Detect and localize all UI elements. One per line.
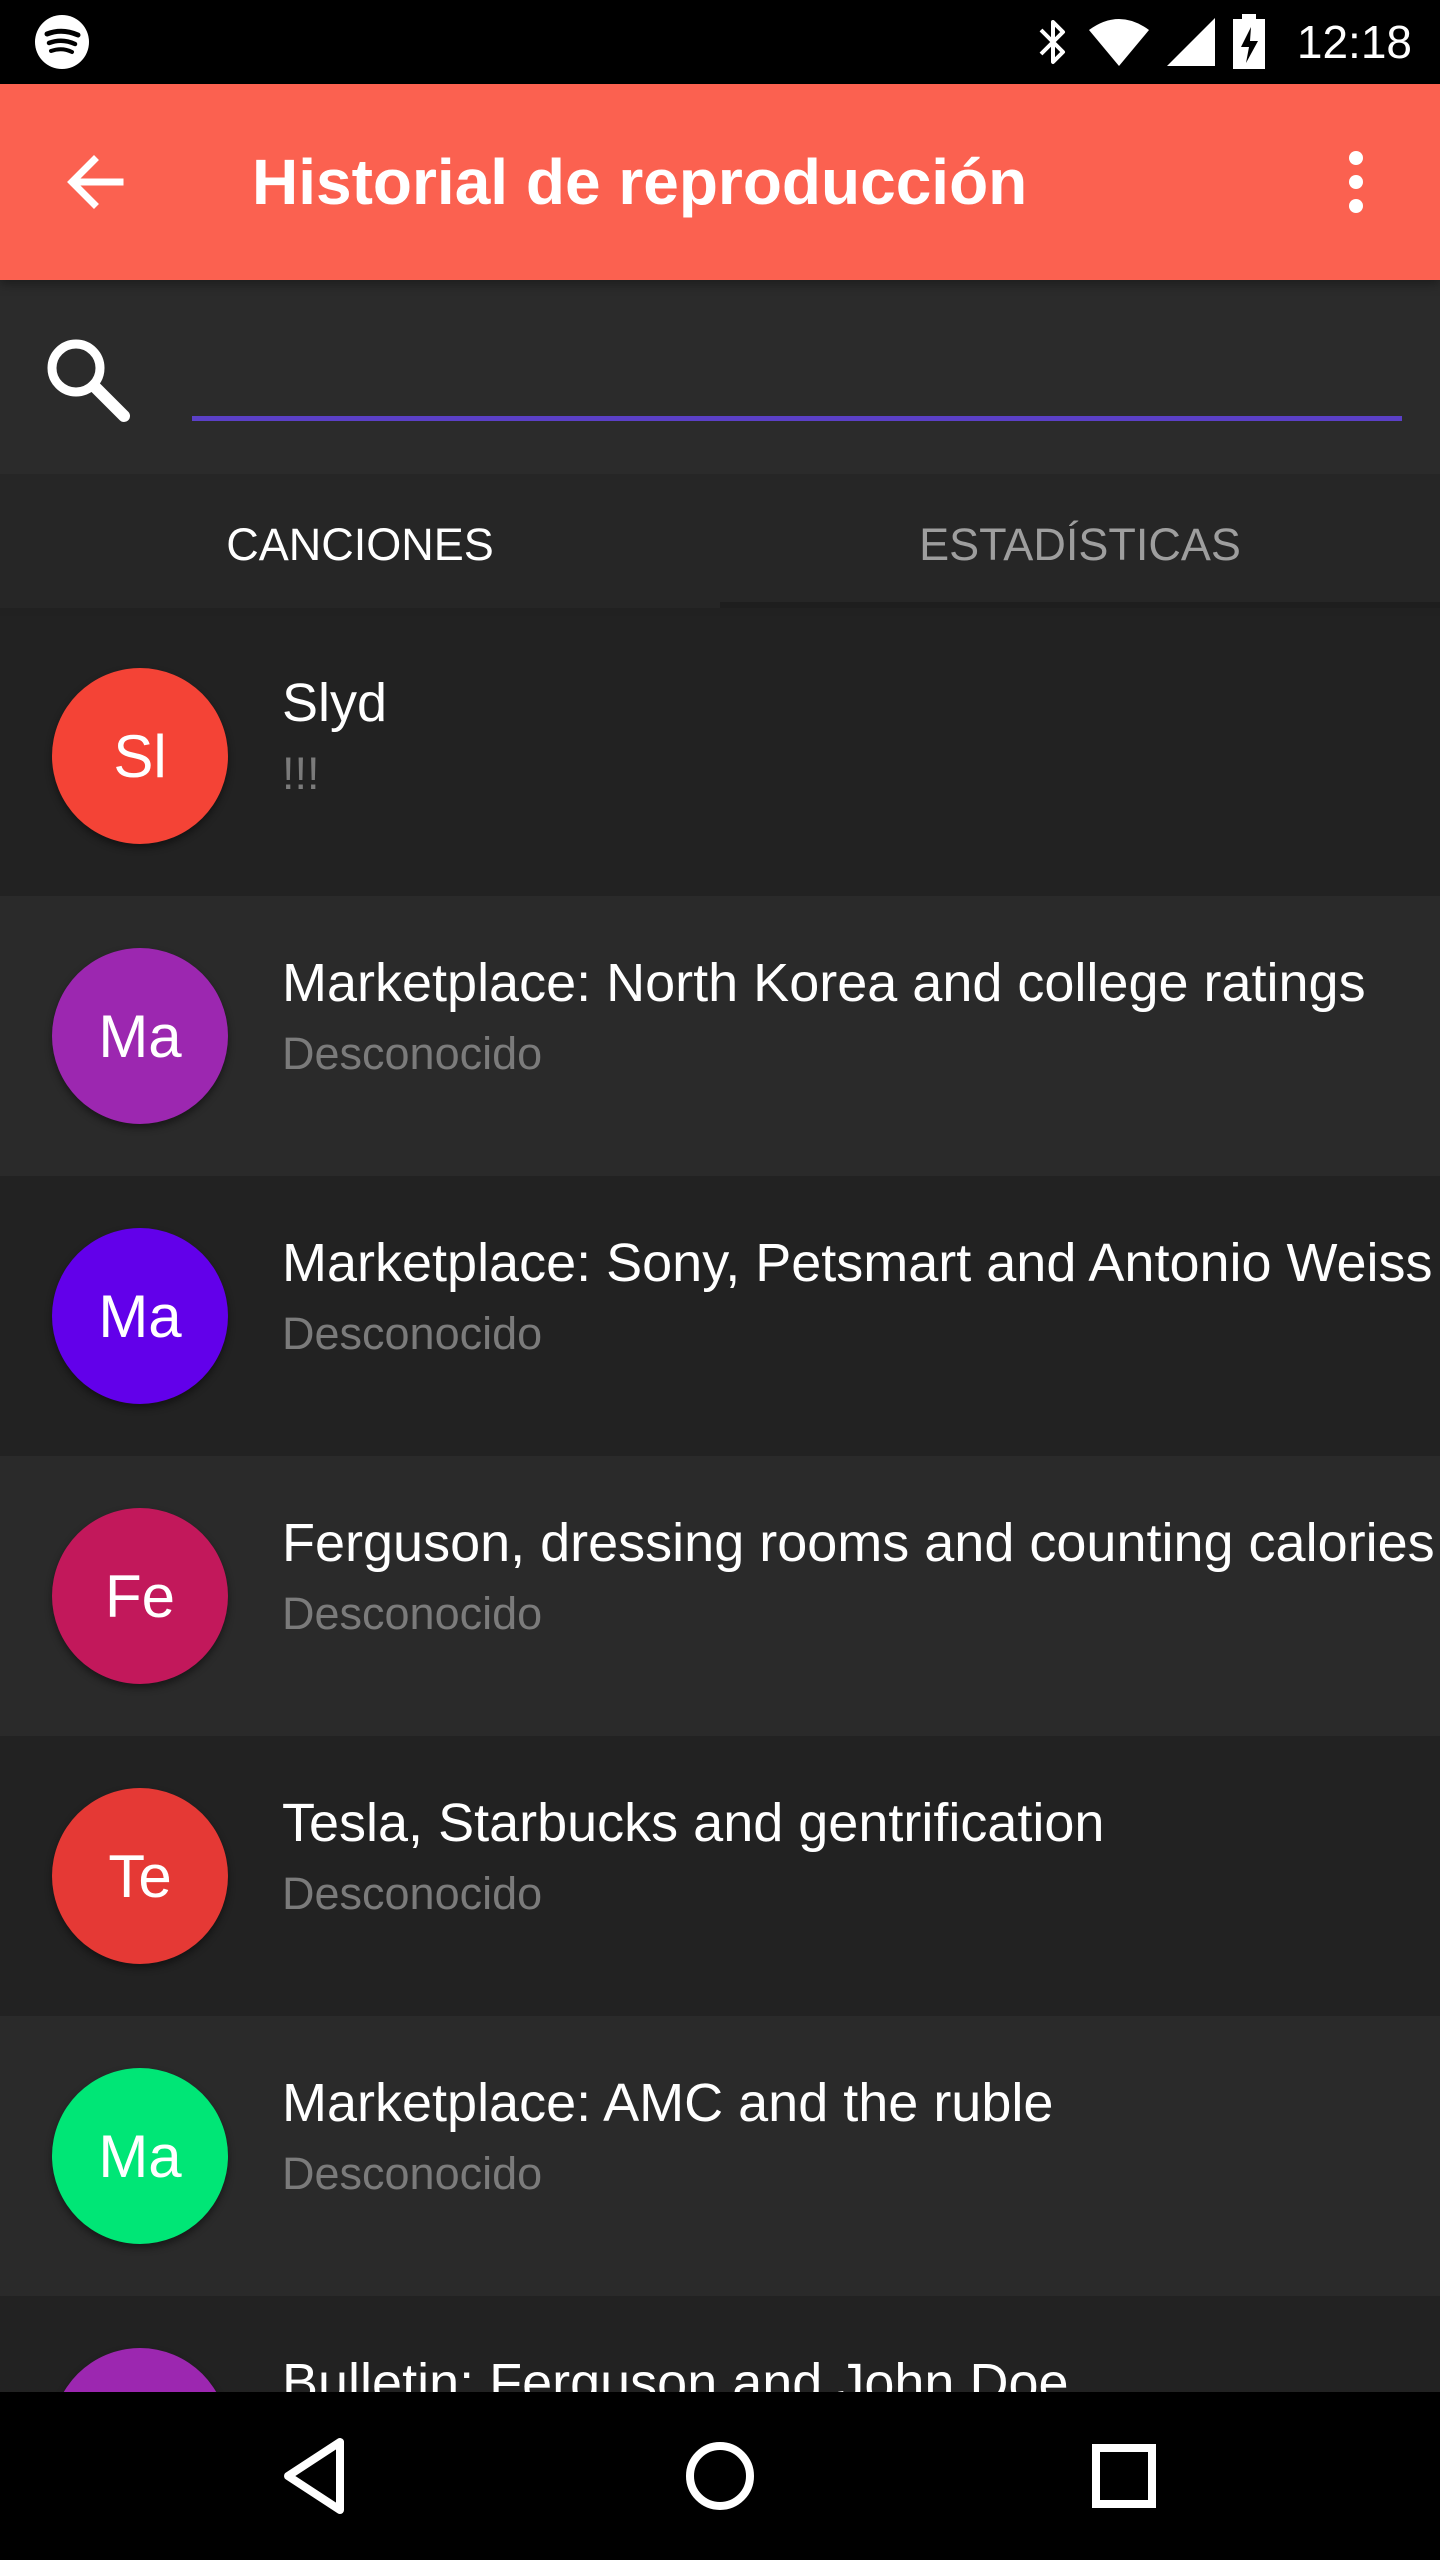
arrow-back-icon[interactable] [56,142,136,222]
clock: 12:18 [1296,16,1412,68]
status-bar: 12:18 [0,0,1440,84]
search-icon [47,339,130,422]
avatar: Ma [52,948,228,1124]
recents-square-icon[interactable] [1074,2426,1174,2526]
tab-indicator [0,592,720,608]
song-title: Marketplace: North Korea and college rat… [282,953,1366,1013]
song-title: Bulletin: Ferguson and John Doe [282,2353,1069,2392]
tab-estadisticas[interactable]: ESTADÍSTICAS [720,474,1440,608]
song-artist: Desconocido [282,1028,543,1079]
tab-label: ESTADÍSTICAS [919,519,1241,570]
list-item[interactable]: Ma Marketplace: Sony, Petsmart and Anton… [0,1176,1440,1456]
home-circle-icon[interactable] [670,2426,770,2526]
tab-label: CANCIONES [226,519,494,570]
list-item[interactable]: Ma Marketplace: North Korea and college … [0,896,1440,1176]
app-bar: Historial de reproducción [0,84,1440,280]
more-vert-icon[interactable] [1316,142,1396,222]
song-title: Ferguson, dressing rooms and counting ca… [282,1513,1435,1573]
tab-canciones[interactable]: CANCIONES [0,474,720,608]
wifi-icon [1088,19,1149,66]
song-title: Marketplace: AMC and the ruble [282,2073,1054,2133]
avatar: Ma [52,2068,228,2244]
song-artist: Desconocido [282,1588,543,1639]
song-title: Marketplace: Sony, Petsmart and Antonio … [282,1233,1433,1293]
back-triangle-icon[interactable] [266,2426,366,2526]
avatar: Fe [52,1508,228,1684]
history-list: Sl Slyd !!! Ma Marketplace: North Korea … [0,616,1440,2392]
avatar: Sl [52,668,228,844]
list-item[interactable]: Ma Marketplace: AMC and the ruble Descon… [0,2016,1440,2296]
list-item[interactable]: Bulletin: Ferguson and John Doe [0,2296,1440,2392]
search-bar [0,280,1440,474]
list-item[interactable]: Te Tesla, Starbucks and gentrification D… [0,1736,1440,2016]
song-title: Tesla, Starbucks and gentrification [282,1793,1105,1853]
spotify-icon [35,15,89,69]
song-title: Slyd [282,673,388,733]
tab-indicator [720,602,1440,608]
song-artist: Desconocido [282,1868,543,1919]
bluetooth-icon [1039,20,1065,64]
navigation-bar [0,2392,1440,2560]
avatar: Ma [52,1228,228,1404]
song-artist: !!! [282,748,320,799]
avatar [52,2348,228,2392]
signal-icon [1166,18,1215,66]
song-artist: Desconocido [282,2148,543,2199]
list-item[interactable]: Sl Slyd !!! [0,616,1440,896]
list-item[interactable]: Fe Ferguson, dressing rooms and counting… [0,1456,1440,1736]
page-title: Historial de reproducción [252,146,1028,218]
battery-charging-icon [1232,14,1265,69]
song-artist: Desconocido [282,1308,543,1359]
avatar: Te [52,1788,228,1964]
search-input[interactable] [192,350,1402,421]
tab-bar: CANCIONES ESTADÍSTICAS [0,474,1440,608]
